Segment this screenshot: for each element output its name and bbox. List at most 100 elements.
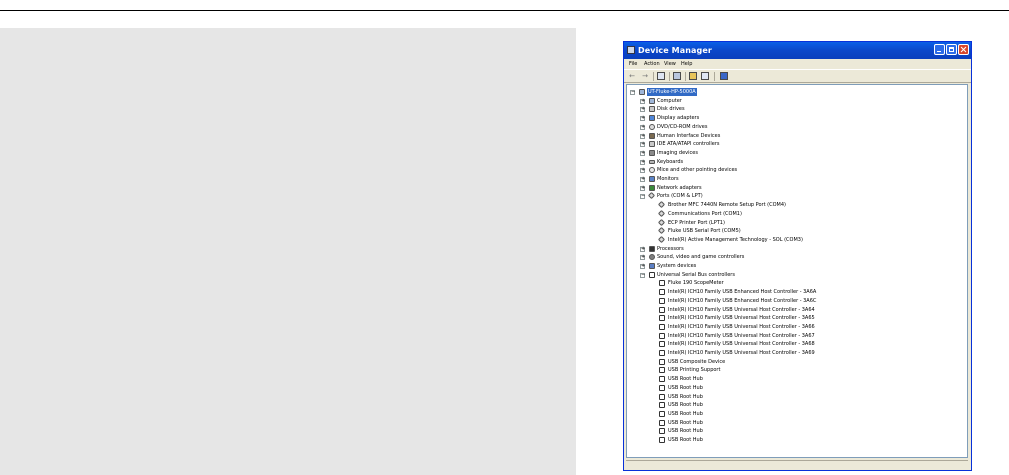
tree-category-label: Monitors: [657, 176, 679, 182]
maximize-button[interactable]: [946, 44, 957, 55]
tree-device-label: Intel(R) ICH10 Family USB Enhanced Host …: [668, 297, 817, 304]
usb-icon: [659, 350, 665, 356]
keyboard-icon: [649, 159, 655, 164]
expand-icon[interactable]: +: [640, 142, 645, 148]
minimize-button[interactable]: [934, 44, 945, 55]
usb-icon: [659, 323, 665, 330]
window-title: Device Manager: [638, 46, 712, 55]
toolbar: ← →: [624, 69, 971, 83]
print-icon[interactable]: [673, 72, 681, 80]
tree-device-label: USB Root Hub: [668, 384, 703, 391]
tree-device-label: Intel(R) ICH10 Family USB Universal Host…: [668, 341, 815, 348]
tree-device-label: Fluke 190 ScopeMeter: [668, 280, 724, 287]
network-icon: [649, 184, 655, 191]
expand-icon[interactable]: +: [640, 133, 645, 139]
usb-icon: [659, 367, 665, 374]
usb-icon: [659, 393, 665, 400]
expand-icon[interactable]: +: [640, 168, 645, 174]
menu-bar: File Action View Help: [624, 59, 971, 69]
collapse-icon[interactable]: −: [630, 90, 635, 95]
usb-icon: [659, 297, 665, 304]
blank-panel: [0, 28, 576, 475]
scan-hardware-icon[interactable]: [720, 72, 728, 80]
menu-help[interactable]: Help: [681, 61, 692, 67]
tree-device-label: USB Root Hub: [668, 419, 703, 426]
toolbar-separator: [714, 72, 715, 81]
usb-icon: [659, 428, 665, 435]
tree-category-label: System devices: [657, 263, 697, 269]
tree-category-label: Universal Serial Bus controllers: [657, 271, 735, 278]
forward-icon[interactable]: →: [641, 72, 649, 80]
tree-device-label: USB Root Hub: [668, 393, 703, 400]
usb-icon: [659, 289, 665, 296]
usb-icon: [659, 437, 665, 443]
port-icon: [657, 218, 666, 226]
expand-icon[interactable]: +: [640, 255, 645, 261]
usb-icon: [659, 402, 665, 409]
monitor-icon: [649, 176, 655, 182]
page-top-rule: [0, 10, 1009, 11]
usb-icon: [659, 384, 665, 391]
usb-icon: [659, 341, 665, 348]
mouse-icon: [649, 167, 655, 174]
usb-icon: [659, 280, 665, 287]
expand-icon[interactable]: +: [640, 124, 645, 130]
back-icon[interactable]: ←: [628, 72, 636, 80]
tree-device-label: ECP Printer Port (LPT1): [668, 219, 725, 226]
expand-icon[interactable]: +: [640, 264, 645, 269]
processor-icon: [649, 245, 655, 252]
usb-icon: [659, 332, 665, 339]
toolbar-separator: [685, 72, 686, 81]
tree-device-label: USB Root Hub: [668, 376, 703, 383]
menu-file[interactable]: File: [629, 61, 637, 67]
expand-icon[interactable]: +: [640, 150, 645, 156]
tree-device-label: Brother MFC 7440N Remote Setup Port (COM…: [668, 202, 786, 209]
ide-icon: [649, 141, 655, 148]
tree-category-label: Imaging devices: [657, 149, 698, 156]
device-manager-window: Device Manager File Action View Help ← →…: [623, 41, 972, 471]
device-manager-icon: [627, 46, 635, 54]
expand-icon[interactable]: +: [640, 98, 645, 104]
tree-root-label: UT-Fluke-HP-5000A: [647, 88, 697, 96]
computer-icon: [649, 97, 655, 104]
usb-icon: [659, 306, 665, 313]
menu-action[interactable]: Action: [644, 61, 660, 67]
menu-view[interactable]: View: [664, 61, 676, 67]
title-bar[interactable]: Device Manager: [624, 42, 971, 59]
usb-icon: [659, 376, 665, 383]
tree-device-label: USB Root Hub: [668, 437, 703, 443]
tree-category-label: Display adapters: [657, 115, 700, 122]
expand-icon[interactable]: +: [640, 159, 645, 165]
imaging-icon: [649, 149, 655, 156]
tree-device-label: Fluke USB Serial Port (COM5): [668, 228, 741, 235]
show-hide-icon[interactable]: [701, 72, 709, 80]
expand-icon[interactable]: +: [640, 107, 645, 113]
system-icon: [649, 263, 655, 269]
tree-device-label: Intel(R) ICH10 Family USB Universal Host…: [668, 350, 815, 356]
expand-icon[interactable]: +: [640, 177, 645, 182]
tree-device-label: USB Composite Device: [668, 358, 726, 365]
device-tree[interactable]: − UT-Fluke-HP-5000A + Computer + Disk drive…: [626, 84, 968, 458]
properties-icon[interactable]: [657, 72, 665, 80]
port-icon: [657, 235, 666, 243]
tree-category-label: Sound, video and game controllers: [657, 254, 745, 261]
expand-icon[interactable]: +: [640, 116, 645, 122]
help-icon[interactable]: [689, 72, 697, 80]
collapse-icon[interactable]: −: [640, 194, 645, 200]
usb-icon: [659, 358, 665, 365]
cdrom-icon: [649, 123, 655, 130]
tree-category-label: Ports (COM & LPT): [657, 193, 703, 200]
toolbar-separator: [669, 72, 670, 81]
expand-icon[interactable]: +: [640, 185, 645, 191]
expand-icon[interactable]: +: [640, 246, 645, 252]
tree-category-label: Human Interface Devices: [657, 132, 721, 139]
tree-device-label: USB Printing Support: [668, 367, 721, 374]
collapse-icon[interactable]: −: [640, 272, 645, 278]
hid-icon: [649, 132, 655, 139]
port-icon: [657, 209, 666, 217]
close-button[interactable]: [958, 44, 969, 55]
tree-device-label: Intel(R) Active Management Technology - …: [668, 236, 803, 243]
usb-icon: [659, 410, 665, 417]
tree-device-label: Communications Port (COM1): [668, 210, 742, 217]
disk-drive-icon: [649, 106, 655, 113]
